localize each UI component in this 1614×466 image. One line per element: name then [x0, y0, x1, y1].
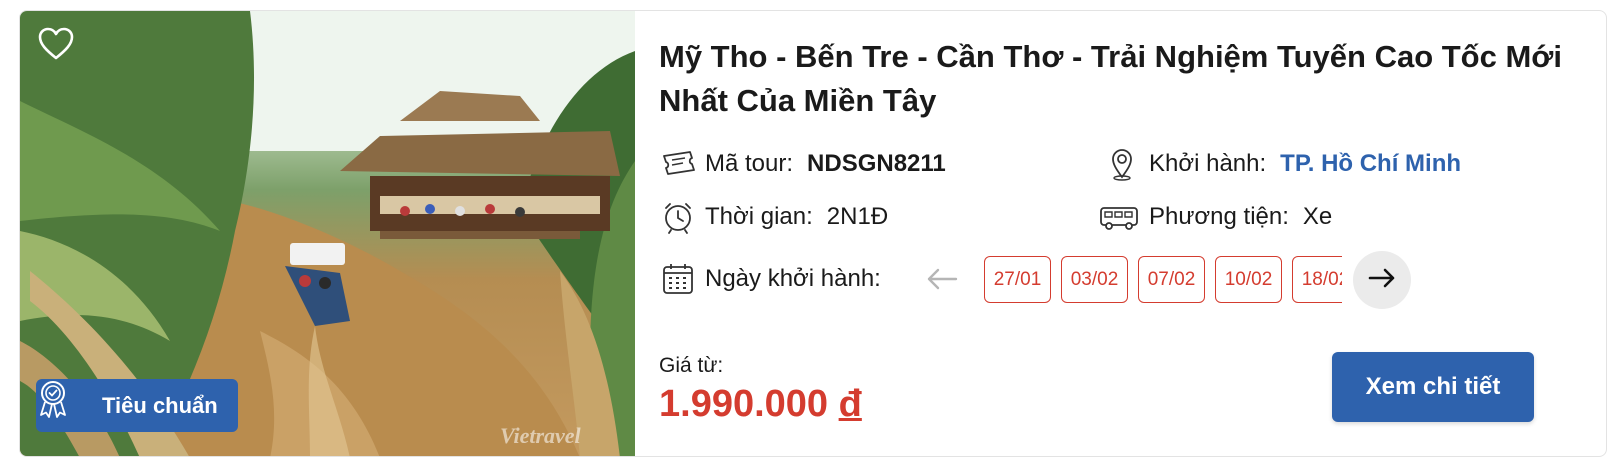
map-pin-icon: [1105, 147, 1139, 181]
date-chip[interactable]: 03/02: [1061, 256, 1128, 303]
calendar-icon: [661, 262, 695, 296]
tier-badge: Tiêu chuẩn: [36, 379, 238, 432]
favorite-heart-icon[interactable]: [38, 27, 74, 61]
duration-row: Thời gian: 2N1Đ: [661, 200, 888, 234]
departure-dates-row: Ngày khởi hành:: [661, 262, 881, 296]
date-chip[interactable]: 10/02: [1215, 256, 1282, 303]
transport-value: Xe: [1302, 203, 1333, 230]
alarm-clock-icon: [661, 200, 695, 234]
price: 1.990.000 đ: [659, 383, 862, 426]
photo-watermark: Vietravel: [500, 423, 581, 448]
date-chip[interactable]: 27/01: [984, 256, 1051, 303]
date-chip[interactable]: 07/02: [1138, 256, 1205, 303]
departure-dates-label: Ngày khởi hành:: [705, 265, 881, 292]
date-chip[interactable]: 18/02: [1292, 256, 1342, 303]
tier-badge-label: Tiêu chuẩn: [102, 392, 218, 418]
next-dates-button[interactable]: [1353, 251, 1411, 309]
departure-dates-list: 27/01 03/02 07/02 10/02 18/02: [984, 256, 1342, 303]
departure-value[interactable]: TP. Hồ Chí Minh: [1280, 150, 1461, 178]
award-ribbon-icon: [40, 381, 90, 426]
view-details-button[interactable]: Xem chi tiết: [1332, 352, 1534, 422]
prev-dates-arrow-left-icon[interactable]: [924, 264, 960, 294]
price-currency: đ: [838, 383, 862, 425]
bus-icon: [1099, 200, 1139, 234]
tour-code-label: Mã tour:: [705, 150, 794, 177]
tour-code-row: Mã tour: NDSGN8211: [661, 147, 946, 181]
departure-dates-scroller[interactable]: 27/01 03/02 07/02 10/02 18/02: [984, 256, 1342, 304]
tour-details: Mỹ Tho - Bến Tre - Cần Thơ - Trải Nghiệm…: [659, 11, 1599, 456]
price-label: Giá từ:: [659, 354, 724, 377]
tour-code-value: NDSGN8211: [807, 150, 946, 177]
tour-photo[interactable]: Vietravel Tiêu chuẩn: [20, 11, 635, 456]
duration-label: Thời gian:: [705, 203, 813, 230]
departure-label: Khởi hành:: [1149, 150, 1267, 177]
transport-row: Phương tiện: Xe: [1099, 200, 1332, 234]
arrow-right-icon: [1367, 266, 1397, 295]
tour-title[interactable]: Mỹ Tho - Bến Tre - Cần Thơ - Trải Nghiệm…: [659, 35, 1579, 123]
departure-row: Khởi hành: TP. Hồ Chí Minh: [1105, 147, 1461, 181]
tour-card: Vietravel Tiêu chuẩn Mỹ Tho - Bến Tre - …: [19, 10, 1607, 457]
duration-value: 2N1Đ: [826, 203, 889, 230]
price-value: 1.990.000: [659, 383, 829, 425]
transport-label: Phương tiện:: [1149, 203, 1289, 230]
ticket-icon: [661, 147, 695, 181]
